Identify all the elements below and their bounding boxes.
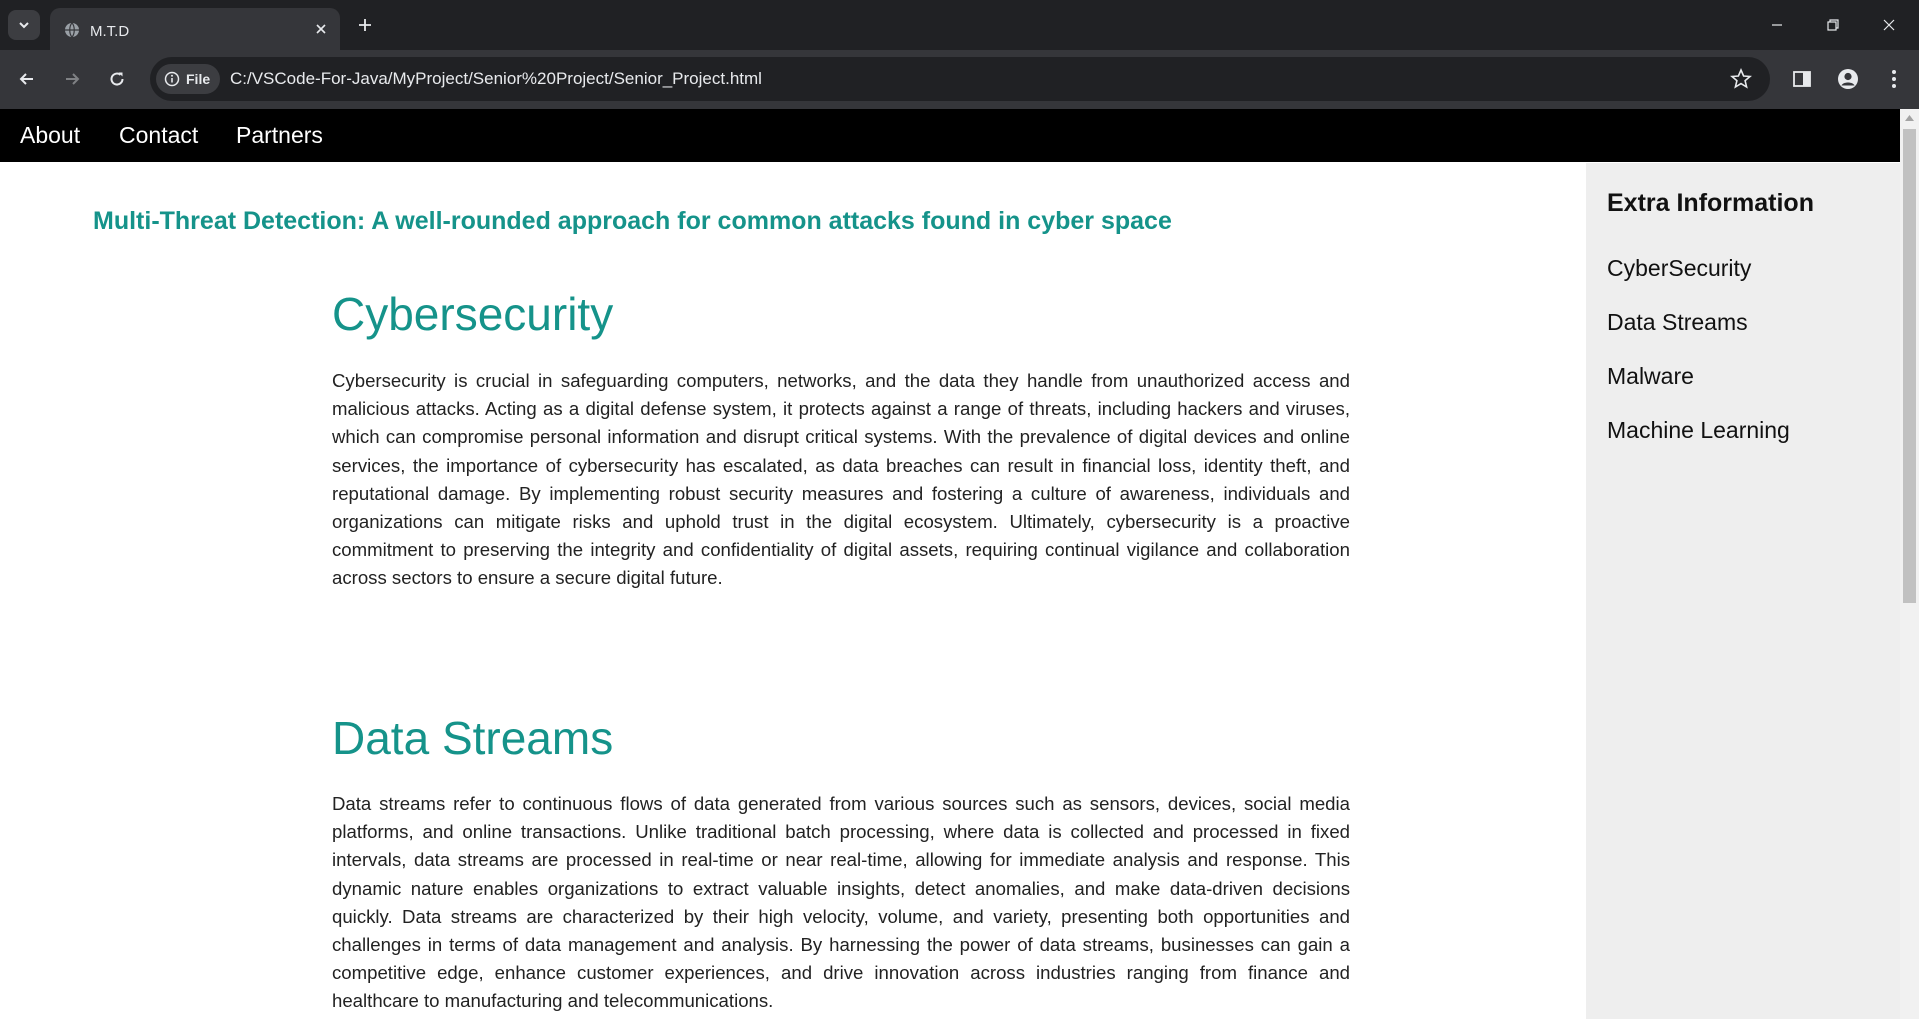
browser-tab[interactable]: M.T.D [50, 8, 340, 50]
browser-tabstrip: M.T.D [0, 0, 1919, 50]
tab-close-button[interactable] [312, 20, 330, 38]
arrow-left-icon [19, 73, 33, 85]
nav-partners-link[interactable]: Partners [236, 122, 323, 149]
close-icon [1883, 19, 1895, 31]
sidebar-link-machine-learning[interactable]: Machine Learning [1607, 417, 1790, 444]
profile-button[interactable] [1833, 64, 1863, 94]
globe-icon [65, 22, 79, 38]
forward-button[interactable] [57, 64, 87, 94]
address-bar[interactable]: File C:/VSCode-For-Java/MyProject/Senior… [150, 57, 1770, 101]
plus-icon [359, 19, 371, 31]
sidebar-link-malware[interactable]: Malware [1607, 363, 1694, 390]
new-tab-button[interactable] [352, 12, 378, 38]
back-button[interactable] [12, 64, 42, 94]
bookmark-star-icon[interactable] [1730, 68, 1752, 90]
scrollbar-thumb[interactable] [1903, 129, 1916, 603]
top-navbar: About Contact Partners [0, 109, 1900, 162]
arrow-right-icon [66, 73, 80, 85]
sidebar-link-data-streams[interactable]: Data Streams [1607, 309, 1748, 336]
sidebar-link-cybersecurity[interactable]: CyberSecurity [1607, 255, 1751, 282]
web-page: About Contact Partners Multi-Threat Dete… [0, 109, 1919, 1019]
kebab-menu-icon [1892, 70, 1896, 88]
nav-about-link[interactable]: About [20, 122, 80, 149]
site-info-label: File [186, 71, 211, 87]
tab-search-button[interactable] [8, 10, 40, 40]
profile-icon [1838, 69, 1858, 89]
restore-button[interactable] [1818, 10, 1848, 40]
close-icon [316, 24, 326, 34]
section-body-data-streams: Data streams refer to continuous flows o… [332, 793, 1350, 1012]
site-info-chip[interactable]: File [156, 64, 220, 94]
info-icon [164, 71, 180, 87]
restore-icon [1827, 19, 1839, 31]
section-title-data-streams: Data Streams [332, 712, 614, 764]
page-scrollbar[interactable] [1900, 109, 1919, 1019]
chevron-down-icon [19, 22, 29, 29]
section-body-cybersecurity: Cybersecurity is crucial in safeguarding… [332, 370, 1350, 589]
extra-info-sidebar: Extra Information CyberSecurity Data Str… [1586, 163, 1900, 1019]
sidebar-heading: Extra Information [1607, 189, 1814, 217]
triangle-up-icon [1905, 114, 1914, 121]
menu-button[interactable] [1879, 64, 1909, 94]
minimize-icon [1772, 24, 1782, 26]
page-headline: Multi-Threat Detection: A well-rounded a… [93, 207, 1172, 235]
reload-button[interactable] [102, 64, 132, 94]
section-title-cybersecurity: Cybersecurity [332, 288, 614, 340]
side-panel-icon [1793, 71, 1811, 87]
minimize-button[interactable] [1762, 10, 1792, 40]
browser-toolbar: File C:/VSCode-For-Java/MyProject/Senior… [0, 50, 1919, 109]
close-window-button[interactable] [1874, 10, 1904, 40]
nav-contact-link[interactable]: Contact [119, 122, 198, 149]
side-panel-button[interactable] [1787, 64, 1817, 94]
reload-icon [110, 72, 124, 86]
scroll-up-button[interactable] [1900, 109, 1919, 126]
tab-title: M.T.D [90, 23, 130, 40]
url-text[interactable]: C:/VSCode-For-Java/MyProject/Senior%20Pr… [230, 69, 762, 89]
